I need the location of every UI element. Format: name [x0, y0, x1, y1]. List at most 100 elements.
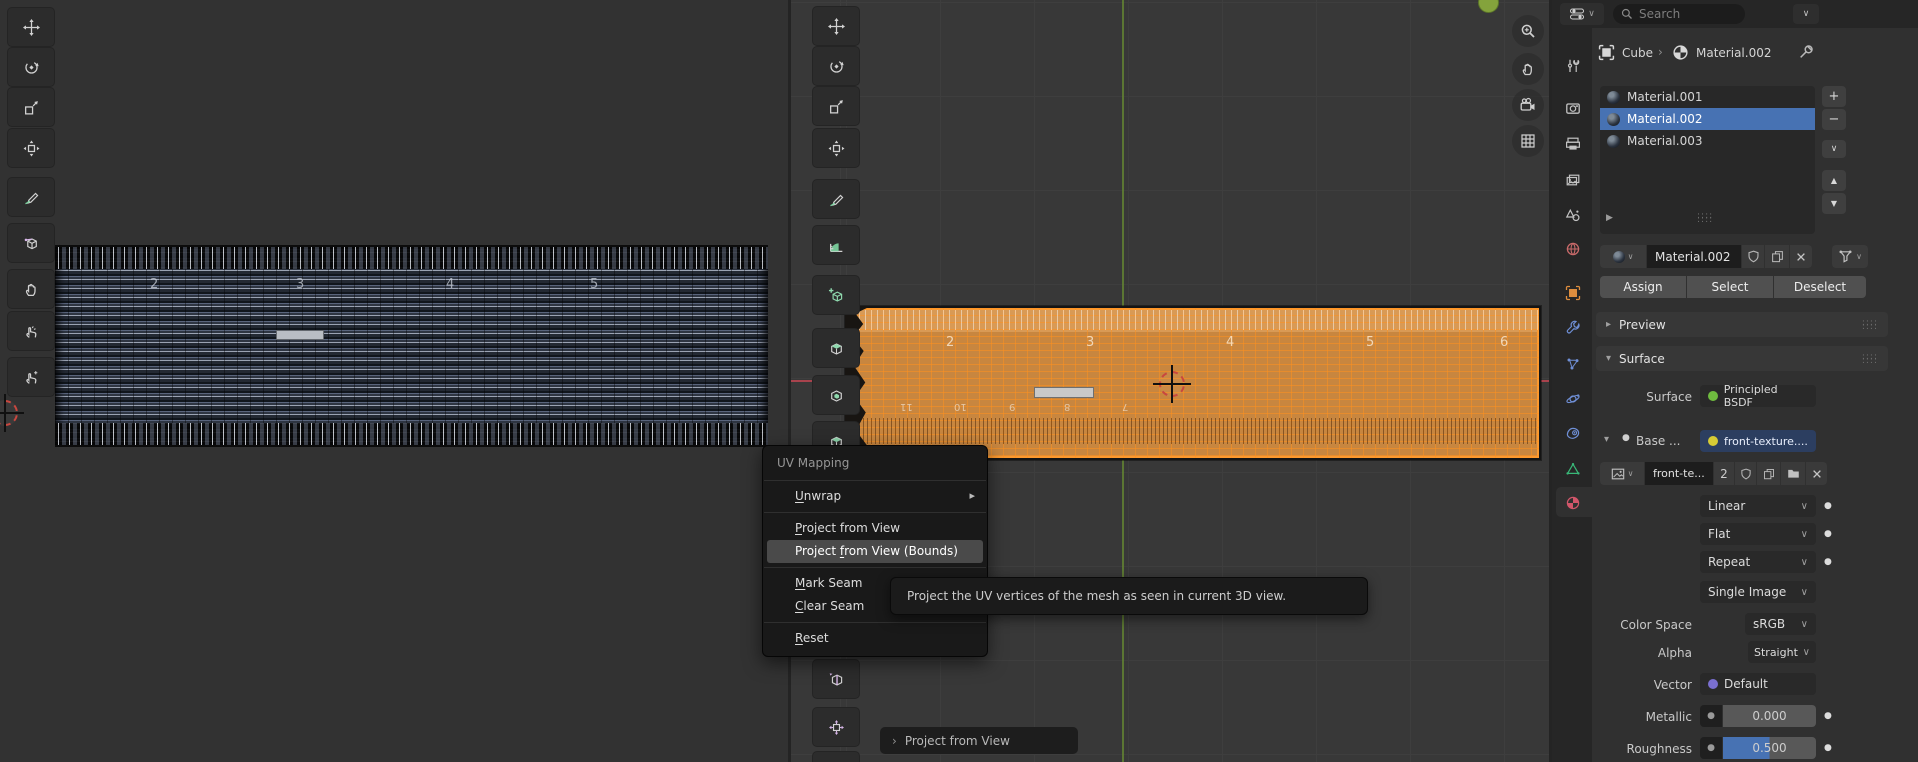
tab-object-properties[interactable]	[1560, 281, 1586, 305]
animate-dot[interactable]: ●	[1824, 557, 1832, 567]
pan-hand-overlay-button[interactable]	[1512, 53, 1544, 85]
base-expand-icon[interactable]: ▾	[1604, 434, 1609, 445]
menu-item-unwrap[interactable]: Unwrap▸	[767, 485, 983, 508]
panel-grip[interactable]: ::::::::	[1862, 321, 1878, 329]
tab-scene-properties[interactable]	[1560, 203, 1586, 227]
uv-editor[interactable]: 2345	[0, 0, 788, 762]
unlink-material-button[interactable]	[1790, 245, 1812, 268]
menu-item-project-from-view-bounds[interactable]: Project from View (Bounds)	[767, 540, 983, 563]
tab-particles-properties[interactable]	[1560, 352, 1586, 376]
extension-dropdown[interactable]: Repeat∨	[1700, 551, 1816, 573]
tab-constraints-properties[interactable]	[1560, 422, 1586, 446]
rotate-tool[interactable]	[813, 47, 859, 85]
shear-tool[interactable]	[813, 752, 859, 762]
colorspace-dropdown[interactable]: sRGB∨	[1745, 613, 1816, 635]
uv-unwrapped-mesh[interactable]: 2345	[55, 245, 768, 447]
editor-type-button[interactable]: ∨	[1560, 3, 1604, 25]
base-color-link-button[interactable]: front-texture....	[1700, 430, 1816, 452]
rotate-tool[interactable]	[8, 48, 54, 86]
tab-output-properties[interactable]	[1560, 132, 1586, 156]
last-operator-panel[interactable]: › Project from View	[880, 727, 1078, 754]
pin-icon[interactable]	[1798, 43, 1815, 60]
search-input[interactable]: Search	[1613, 4, 1745, 24]
panel-grip[interactable]: ::::::::	[1862, 355, 1878, 363]
source-dropdown[interactable]: Single Image∨	[1700, 581, 1816, 603]
open-image-button[interactable]	[1781, 462, 1805, 485]
zoom-overlay-button[interactable]	[1512, 15, 1544, 47]
inset-faces-tool[interactable]	[813, 376, 859, 414]
menu-item-reset[interactable]: Reset	[767, 627, 983, 650]
fake-user-button[interactable]	[1742, 245, 1764, 268]
transform-tool[interactable]	[8, 129, 54, 167]
extrude-region-tool[interactable]	[813, 329, 859, 367]
add-slot-button[interactable]: +	[1822, 86, 1846, 107]
list-resize-grip[interactable]: ::::::::	[1697, 214, 1713, 222]
tab-view-layer-properties[interactable]	[1560, 169, 1586, 193]
relax-tool[interactable]	[8, 312, 54, 350]
transform-tool[interactable]	[813, 129, 859, 167]
grab-tool[interactable]	[8, 270, 54, 308]
new-material-button[interactable]	[1765, 245, 1789, 268]
deselect-button[interactable]: Deselect	[1774, 276, 1866, 298]
breadcrumb-object[interactable]: Cube	[1622, 46, 1653, 60]
roughness-slider[interactable]: 0.500	[1723, 737, 1816, 759]
image-name-field[interactable]: front-te...	[1645, 462, 1713, 485]
image-fake-user-button[interactable]	[1735, 462, 1756, 485]
annotate-tool[interactable]	[8, 178, 54, 216]
material-slot-material-002[interactable]: Material.002	[1600, 108, 1815, 130]
tab-tool-properties[interactable]	[1560, 54, 1586, 78]
material-slot-material-003[interactable]: Material.003	[1600, 130, 1815, 152]
animate-dot[interactable]: ●	[1824, 529, 1832, 539]
loop-cut-tool[interactable]	[813, 660, 859, 698]
tab-material-properties[interactable]	[1560, 491, 1586, 515]
surface-shader-button[interactable]: Principled BSDF	[1700, 385, 1816, 407]
list-filter-expand[interactable]: ▶	[1606, 213, 1613, 223]
unlink-image-button[interactable]	[1806, 462, 1827, 485]
assign-button[interactable]: Assign	[1600, 276, 1686, 298]
animate-dot[interactable]: ●	[1824, 501, 1832, 511]
browse-material-button[interactable]: ∨	[1600, 245, 1646, 268]
tab-object-data-properties[interactable]	[1560, 457, 1586, 481]
measure-tool[interactable]	[813, 226, 859, 264]
scale-tool[interactable]	[813, 87, 859, 125]
select-button[interactable]: Select	[1687, 276, 1773, 298]
tab-physics-properties[interactable]	[1560, 387, 1586, 411]
pinch-tool[interactable]	[8, 358, 54, 396]
menu-item-project-from-view[interactable]: Project from View	[767, 517, 983, 540]
smooth-tool[interactable]	[813, 708, 859, 746]
move-slot-up-button[interactable]: ▲	[1822, 170, 1846, 191]
tab-world-properties[interactable]	[1560, 237, 1586, 261]
tab-render-properties[interactable]	[1560, 96, 1586, 120]
animate-dot[interactable]: ●	[1824, 743, 1832, 753]
annotate-tool[interactable]	[813, 180, 859, 218]
scale-tool[interactable]	[8, 88, 54, 126]
remove-slot-button[interactable]: −	[1822, 109, 1846, 130]
new-image-button[interactable]	[1757, 462, 1780, 485]
material-name-field[interactable]: Material.002	[1647, 245, 1741, 268]
alpha-dropdown[interactable]: Straight∨	[1748, 641, 1816, 663]
tab-modifiers-properties[interactable]	[1560, 316, 1586, 340]
surface-panel-header[interactable]: ▾ Surface ::::::::	[1596, 346, 1888, 371]
add-cube-tool[interactable]	[813, 276, 859, 314]
preview-panel-header[interactable]: ▸ Preview ::::::::	[1596, 312, 1888, 337]
slot-specials-button[interactable]: ∨	[1822, 140, 1846, 158]
camera-overlay-button[interactable]	[1512, 89, 1544, 121]
node-tree-button[interactable]: ∨	[1832, 245, 1868, 268]
metallic-slider[interactable]: 0.000	[1723, 705, 1816, 727]
browse-image-button[interactable]: ∨	[1600, 462, 1644, 485]
filter-options-button[interactable]: ∨	[1793, 4, 1819, 24]
image-users-button[interactable]: 2	[1714, 462, 1734, 485]
ruler-mesh-selected[interactable]: 23456 1110987	[845, 306, 1541, 460]
animate-dot[interactable]: ●	[1824, 711, 1832, 721]
move-tool[interactable]	[813, 7, 859, 45]
projection-dropdown[interactable]: Flat∨	[1700, 523, 1816, 545]
roughness-socket-toggle[interactable]: ●	[1700, 737, 1722, 759]
vector-link-button[interactable]: Default	[1700, 673, 1816, 695]
metallic-socket-toggle[interactable]: ●	[1700, 705, 1722, 727]
grid-overlay-button[interactable]	[1512, 125, 1544, 157]
rip-region-tool[interactable]	[8, 224, 54, 262]
breadcrumb-material[interactable]: Material.002	[1696, 46, 1771, 60]
material-slot-material-001[interactable]: Material.001	[1600, 86, 1815, 108]
interpolation-dropdown[interactable]: Linear∨	[1700, 495, 1816, 517]
move-slot-down-button[interactable]: ▼	[1822, 193, 1846, 214]
